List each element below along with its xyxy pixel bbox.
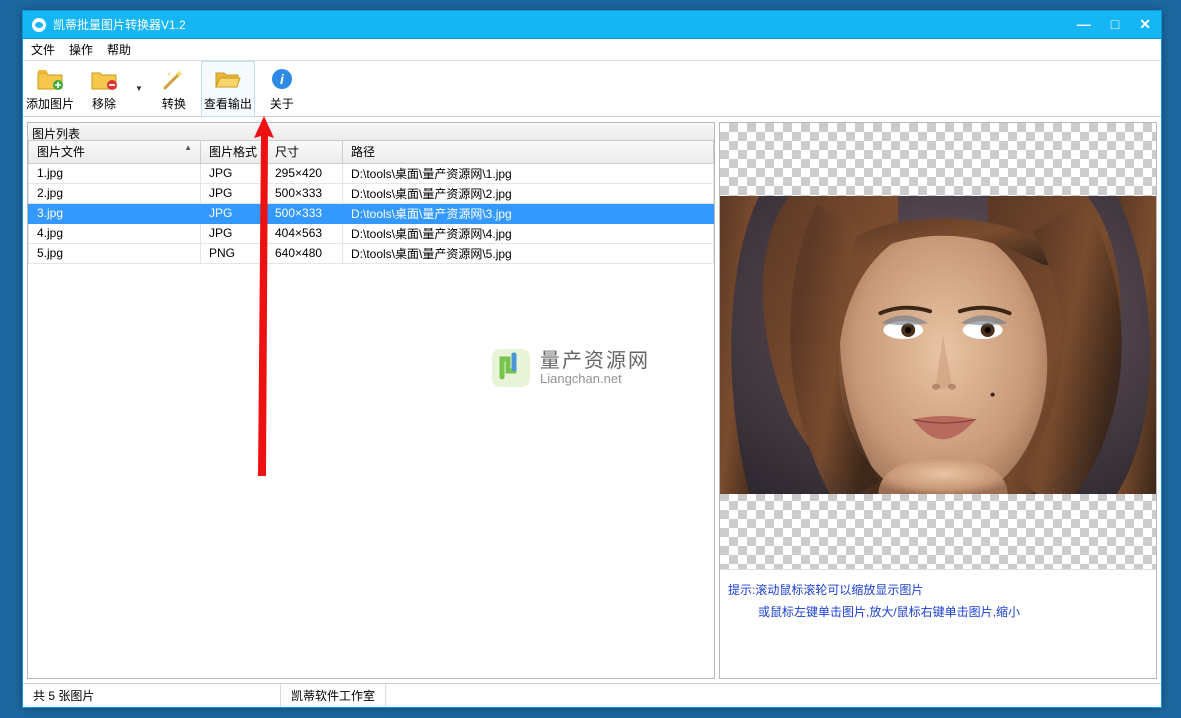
- cell-size: 295×420: [267, 163, 343, 183]
- menu-file[interactable]: 文件: [31, 41, 55, 58]
- status-count: 共 5 张图片: [23, 684, 281, 707]
- cell-format: JPG: [201, 203, 267, 223]
- cell-file: 2.jpg: [29, 183, 201, 203]
- table-row[interactable]: 2.jpgJPG500×333D:\tools\桌面\量产资源网\2.jpg: [29, 183, 714, 203]
- preview-panel: 提示:滚动鼠标滚轮可以缩放显示图片 或鼠标左键单击图片,放大/鼠标右键单击图片,…: [719, 122, 1157, 679]
- remove-dropdown[interactable]: ▼: [131, 84, 147, 93]
- cell-path: D:\tools\桌面\量产资源网\1.jpg: [343, 163, 714, 183]
- wand-icon: [160, 65, 188, 93]
- menu-help[interactable]: 帮助: [107, 41, 131, 58]
- cell-format: PNG: [201, 243, 267, 263]
- toolbar-label: 转换: [162, 95, 186, 112]
- file-table: 图片文件▲ 图片格式 尺寸 路径 1.jpgJPG295×420D:\tools…: [28, 141, 714, 264]
- col-format[interactable]: 图片格式: [201, 141, 267, 163]
- table-row[interactable]: 5.jpgPNG640×480D:\tools\桌面\量产资源网\5.jpg: [29, 243, 714, 263]
- toolbar: 添加图片 移除 ▼ 转换 查看输出 i 关于: [23, 61, 1161, 117]
- titlebar: 凯蒂批量图片转换器V1.2 — □ ✕: [23, 11, 1161, 39]
- toolbar-label: 关于: [270, 95, 294, 112]
- toolbar-label: 添加图片: [26, 95, 74, 112]
- cell-format: JPG: [201, 163, 267, 183]
- cell-file: 3.jpg: [29, 203, 201, 223]
- table-row[interactable]: 4.jpgJPG404×563D:\tools\桌面\量产资源网\4.jpg: [29, 223, 714, 243]
- cell-file: 4.jpg: [29, 223, 201, 243]
- col-size[interactable]: 尺寸: [267, 141, 343, 163]
- tip-line2: 或鼠标左键单击图片,放大/鼠标右键单击图片,缩小: [728, 602, 1148, 624]
- app-window: 凯蒂批量图片转换器V1.2 — □ ✕ 文件 操作 帮助 添加图片 移除 ▼: [22, 10, 1162, 708]
- convert-button[interactable]: 转换: [147, 61, 201, 117]
- menubar: 文件 操作 帮助: [23, 39, 1161, 61]
- add-image-button[interactable]: 添加图片: [23, 61, 77, 117]
- folder-add-icon: [36, 65, 64, 93]
- tips-text: 提示:滚动鼠标滚轮可以缩放显示图片 或鼠标左键单击图片,放大/鼠标右键单击图片,…: [720, 569, 1156, 633]
- status-studio: 凯蒂软件工作室: [281, 684, 386, 707]
- menu-operation[interactable]: 操作: [69, 41, 93, 58]
- cell-size: 500×333: [267, 183, 343, 203]
- statusbar: 共 5 张图片 凯蒂软件工作室: [23, 683, 1161, 707]
- cell-path: D:\tools\桌面\量产资源网\3.jpg: [343, 203, 714, 223]
- remove-button[interactable]: 移除: [77, 61, 131, 117]
- info-icon: i: [268, 65, 296, 93]
- app-icon: [31, 17, 47, 33]
- minimize-button[interactable]: —: [1073, 14, 1095, 35]
- toolbar-label: 移除: [92, 95, 116, 112]
- cell-size: 500×333: [267, 203, 343, 223]
- maximize-button[interactable]: □: [1107, 14, 1123, 35]
- cell-path: D:\tools\桌面\量产资源网\4.jpg: [343, 223, 714, 243]
- cell-file: 5.jpg: [29, 243, 201, 263]
- cell-size: 404×563: [267, 223, 343, 243]
- preview-image[interactable]: [720, 196, 1156, 494]
- col-file[interactable]: 图片文件▲: [29, 141, 201, 163]
- panel-title: 图片列表: [28, 123, 714, 141]
- col-path[interactable]: 路径: [343, 141, 714, 163]
- window-title: 凯蒂批量图片转换器V1.2: [53, 16, 186, 33]
- close-button[interactable]: ✕: [1135, 14, 1155, 35]
- view-output-button[interactable]: 查看输出: [201, 61, 255, 117]
- sort-asc-icon: ▲: [184, 143, 192, 152]
- file-list-panel: 图片列表 图片文件▲ 图片格式 尺寸 路径 1.jpgJPG295×420D:\…: [27, 122, 715, 679]
- cell-size: 640×480: [267, 243, 343, 263]
- cell-format: JPG: [201, 223, 267, 243]
- preview-checkerboard: [720, 123, 1156, 569]
- about-button[interactable]: i 关于: [255, 61, 309, 117]
- cell-path: D:\tools\桌面\量产资源网\5.jpg: [343, 243, 714, 263]
- toolbar-label: 查看输出: [204, 95, 252, 112]
- cell-path: D:\tools\桌面\量产资源网\2.jpg: [343, 183, 714, 203]
- cell-file: 1.jpg: [29, 163, 201, 183]
- cell-format: JPG: [201, 183, 267, 203]
- folder-open-icon: [214, 65, 242, 93]
- table-row[interactable]: 3.jpgJPG500×333D:\tools\桌面\量产资源网\3.jpg: [29, 203, 714, 223]
- folder-remove-icon: [90, 65, 118, 93]
- tip-line1: 提示:滚动鼠标滚轮可以缩放显示图片: [728, 580, 1148, 602]
- table-row[interactable]: 1.jpgJPG295×420D:\tools\桌面\量产资源网\1.jpg: [29, 163, 714, 183]
